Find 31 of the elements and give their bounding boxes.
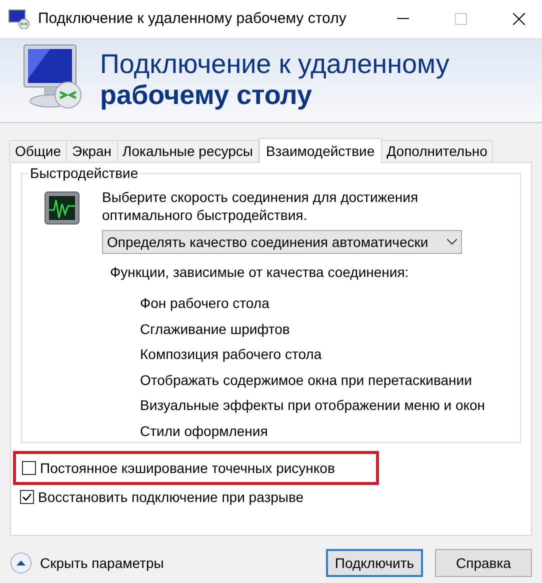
connection-speed-dropdown[interactable]: Определять качество соединения автоматически [102, 230, 462, 254]
checkbox-option[interactable]: Восстановить подключение при разрыве [20, 486, 304, 508]
dialog-button[interactable]: Справка [435, 549, 532, 577]
checkbox[interactable] [20, 490, 34, 504]
feature-item: Отображать содержимое окна при перетаскивании [140, 370, 473, 390]
tab[interactable]: Локальные ресурсы [116, 140, 259, 162]
tab[interactable]: Взаимодействие [258, 138, 382, 163]
tab[interactable]: Общие [9, 140, 68, 162]
minimize-icon [397, 18, 409, 20]
feature-item: Стили оформления [140, 422, 269, 441]
group-title: Быстродействие [28, 165, 140, 181]
header-title-bold-line: рабочему столу [100, 80, 313, 112]
checkmark-icon [22, 493, 32, 501]
window-title: Подключение к удаленному рабочему столу [38, 8, 346, 29]
app-icon [8, 9, 30, 29]
maximize-icon [455, 13, 467, 25]
feature-item: Сглаживание шрифтов [140, 320, 291, 339]
feature-item: Фон рабочего стола [140, 294, 270, 313]
feature-item: Композиция рабочего стола [140, 345, 323, 364]
tab[interactable]: Дополнительно [380, 140, 494, 162]
hide-options-toggle[interactable]: Скрыть параметры [10, 552, 164, 574]
tab[interactable]: Экран [66, 140, 118, 162]
chevron-down-icon [447, 239, 457, 245]
close-icon [513, 13, 525, 25]
features-label: Функции, зависимые от качества соединения: [110, 263, 410, 282]
checkbox-option[interactable]: Постоянное кэширование точечных рисунков [22, 458, 335, 478]
dialog-button[interactable]: Подключить [326, 549, 423, 577]
header-title-line: Подключение к удаленному [100, 48, 450, 80]
feature-item: Визуальные эффекты при отображении меню и окон [140, 396, 486, 416]
performance-description: Выберите скорость соединения для достижения оптимального быстродействия. [102, 188, 420, 224]
checkbox[interactable] [22, 461, 36, 475]
